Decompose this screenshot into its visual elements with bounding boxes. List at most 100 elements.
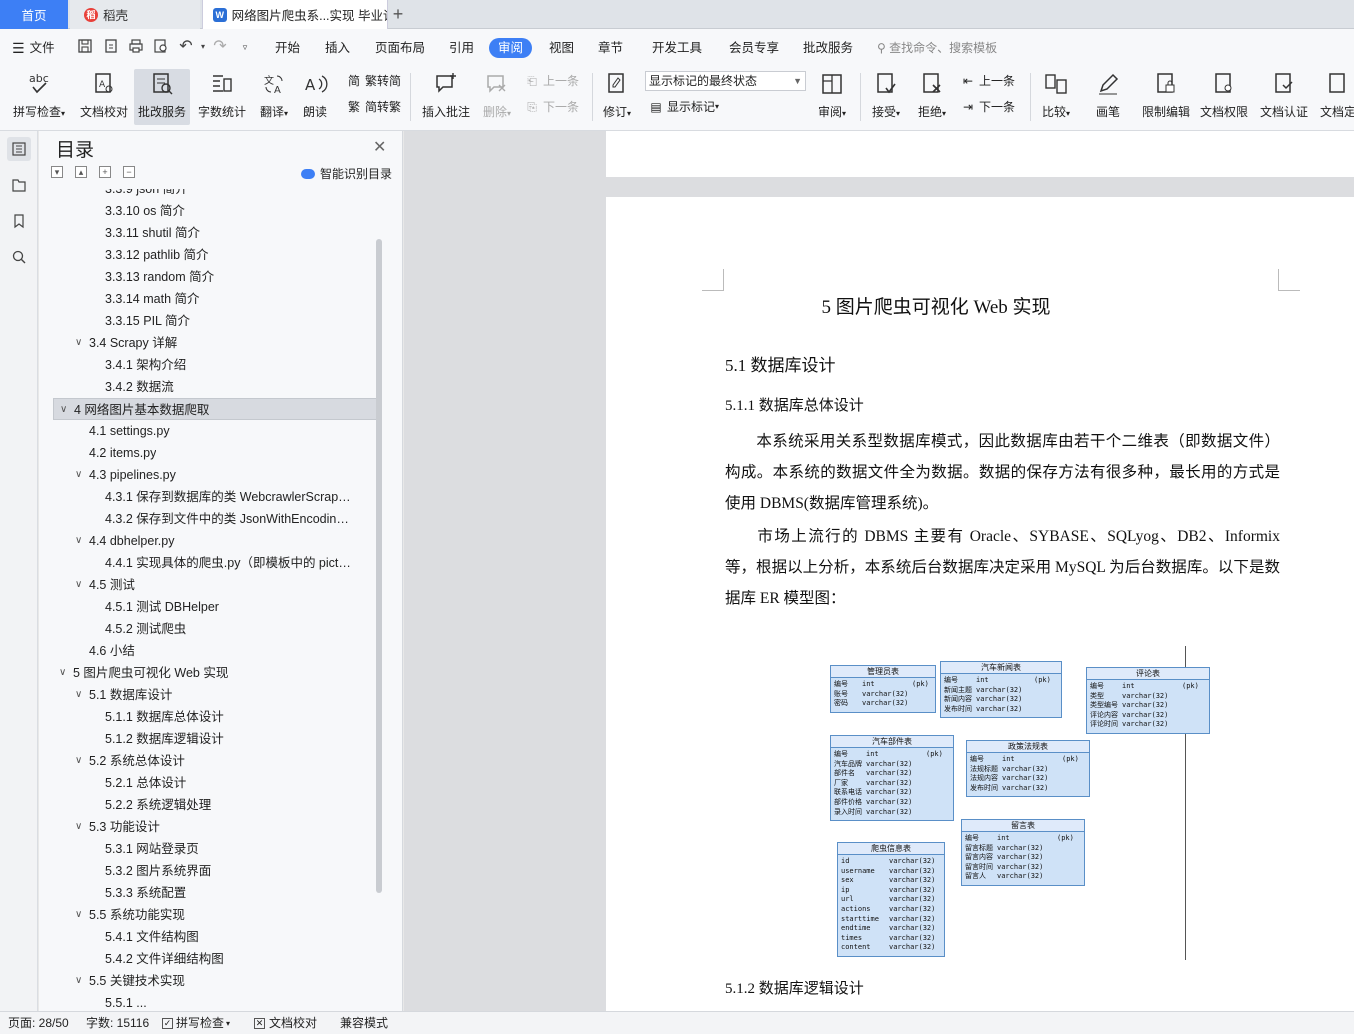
delete-comment-button[interactable]: 删除▾ <box>478 69 516 125</box>
toc-item[interactable]: ∨ 5 图片爬虫可视化 Web 实现 <box>39 662 375 684</box>
command-search[interactable]: ⚲ 查找命令、搜索模板 <box>877 38 997 58</box>
accept-button[interactable]: 接受▾ <box>866 69 906 125</box>
prev-change-button[interactable]: ⇤ 上一条 <box>960 71 1015 91</box>
chevron-down-icon[interactable]: ∨ <box>75 332 82 354</box>
undo-icon[interactable]: ↶ <box>177 38 195 56</box>
expand-up-icon[interactable]: ▴ <box>75 166 87 178</box>
toc-item[interactable]: 5.1.2 数据库逻辑设计 <box>39 728 375 750</box>
menu-tab-developer[interactable]: 开发工具 <box>648 38 706 58</box>
page-indicator[interactable]: 页面: 28/50 <box>8 1015 69 1032</box>
toc-item[interactable]: 4.5.1 测试 DBHelper <box>39 596 375 618</box>
doc-permission-button[interactable]: 文档权限 <box>1198 69 1250 125</box>
next-comment-button[interactable]: ⎘ 下一条 <box>524 97 579 117</box>
toc-item[interactable]: 5.3.2 图片系统界面 <box>39 860 375 882</box>
read-aloud-button[interactable]: A 朗读 <box>298 69 332 125</box>
proof-status[interactable]: ✕ 文档校对 <box>254 1015 317 1032</box>
add-level-icon[interactable]: + <box>99 166 111 178</box>
tab-home[interactable]: 首页 <box>0 0 68 29</box>
toc-item[interactable]: 3.3.15 PIL 简介 <box>39 310 375 332</box>
new-tab-button[interactable]: + <box>389 3 407 25</box>
word-count-button[interactable]: 字数统计 <box>194 69 250 125</box>
undo-dropdown-icon[interactable]: ▾ <box>194 38 212 56</box>
menu-tab-member[interactable]: 会员专享 <box>725 38 783 58</box>
toc-item[interactable]: 5.5.1 ... <box>39 992 375 1011</box>
simp-to-trad-button[interactable]: 繁简转繁 <box>346 97 401 117</box>
print-preview-icon[interactable] <box>152 38 170 56</box>
menu-tab-start[interactable]: 开始 <box>271 38 304 58</box>
menu-tab-insert[interactable]: 插入 <box>321 38 354 58</box>
toc-item[interactable]: ∨ 4.3 pipelines.py <box>39 464 375 486</box>
show-markup-button[interactable]: ▤ 显示标记 ▾ <box>648 97 719 117</box>
export-pdf-icon[interactable] <box>102 38 120 56</box>
chevron-down-icon[interactable]: ∨ <box>60 399 67 419</box>
toc-item[interactable]: 4.2 items.py <box>39 442 375 464</box>
review-pane-button[interactable]: 审阅▾ <box>812 69 852 125</box>
print-icon[interactable] <box>127 38 145 56</box>
collapse-all-icon[interactable]: ▾ <box>51 166 63 178</box>
compare-button[interactable]: 比较▾ <box>1036 69 1076 125</box>
chevron-down-icon[interactable]: ∨ <box>75 684 82 706</box>
chevron-down-icon[interactable]: ∨ <box>75 816 82 838</box>
toc-item[interactable]: ∨ 4 网络图片基本数据爬取 <box>53 398 377 420</box>
menu-tab-correction[interactable]: 批改服务 <box>799 38 857 58</box>
redo-icon[interactable]: ↷ <box>211 38 229 56</box>
chevron-down-icon[interactable]: ∨ <box>75 970 82 992</box>
find-button[interactable] <box>7 245 31 269</box>
document-page[interactable]: 5 图片爬虫可视化 Web 实现 5.1 数据库设计 5.1.1 数据库总体设计… <box>606 197 1354 1011</box>
toc-item[interactable]: 3.3.13 random 简介 <box>39 266 375 288</box>
toc-item[interactable]: 4.1 settings.py <box>39 420 375 442</box>
toc-scrollbar[interactable] <box>376 239 382 893</box>
toc-item[interactable]: 3.3.14 math 简介 <box>39 288 375 310</box>
next-change-button[interactable]: ⇥ 下一条 <box>960 97 1015 117</box>
toc-item[interactable]: 4.6 小结 <box>39 640 375 662</box>
translate-button[interactable]: 文A 翻译▾ <box>254 69 294 125</box>
trad-to-simp-button[interactable]: 简繁转简 <box>346 71 401 91</box>
toc-item[interactable]: 4.4.1 实现具体的爬虫.py（即模板中的 picture ... <box>39 552 375 574</box>
toc-item[interactable]: ∨ 3.4 Scrapy 详解 <box>39 332 375 354</box>
insert-comment-button[interactable]: 插入批注 <box>420 69 472 125</box>
menu-tab-references[interactable]: 引用 <box>445 38 478 58</box>
spell-check-status[interactable]: ✓ 拼写检查 ▾ <box>162 1015 230 1032</box>
menu-tab-review[interactable]: 审阅 <box>489 38 533 58</box>
chevron-down-icon[interactable]: ∨ <box>75 904 82 926</box>
toc-item[interactable]: ∨ 5.1 数据库设计 <box>39 684 375 706</box>
toc-item[interactable]: 5.3.1 网站登录页 <box>39 838 375 860</box>
correction-service-button[interactable]: 批改服务 <box>134 69 190 125</box>
toc-item[interactable]: 5.4.1 文件结构图 <box>39 926 375 948</box>
toc-item[interactable]: 3.4.1 架构介绍 <box>39 354 375 376</box>
chapter-nav-button[interactable] <box>7 173 31 197</box>
restrict-edit-button[interactable]: 限制编辑 <box>1138 69 1194 125</box>
toc-item[interactable]: 5.4.2 文件详细结构图 <box>39 948 375 970</box>
toc-panel-toggle[interactable] <box>7 137 31 161</box>
toc-item[interactable]: 5.1.1 数据库总体设计 <box>39 706 375 728</box>
menu-tab-view[interactable]: 视图 <box>545 38 578 58</box>
spell-check-button[interactable]: abc 拼写检查▾ <box>8 69 70 125</box>
toc-item[interactable]: 4.3.1 保存到数据库的类 WebcrawlerScrapyPi ... <box>39 486 375 508</box>
close-icon[interactable]: ✕ <box>373 137 386 157</box>
menu-tab-layout[interactable]: 页面布局 <box>371 38 429 58</box>
toc-item[interactable]: ∨ 4.4 dbhelper.py <box>39 530 375 552</box>
toc-item[interactable]: 5.2.2 系统逻辑处理 <box>39 794 375 816</box>
doc-proof-button[interactable]: A 文档校对 <box>76 69 132 125</box>
doc-final-button[interactable]: 文档定 <box>1318 69 1354 125</box>
toc-item[interactable]: 5.2.1 总体设计 <box>39 772 375 794</box>
toc-item[interactable]: 3.3.9 json 简介 <box>39 189 375 200</box>
doc-cert-button[interactable]: 文档认证 <box>1256 69 1312 125</box>
toc-item[interactable]: ∨ 5.5 系统功能实现 <box>39 904 375 926</box>
toc-item[interactable]: 5.3.3 系统配置 <box>39 882 375 904</box>
toc-item[interactable]: 4.3.2 保存到文件中的类 JsonWithEncodingPi ... <box>39 508 375 530</box>
chevron-down-icon[interactable]: ∨ <box>75 464 82 486</box>
toc-item[interactable]: ∨ 5.2 系统总体设计 <box>39 750 375 772</box>
chevron-down-icon[interactable]: ∨ <box>75 750 82 772</box>
word-count-indicator[interactable]: 字数: 15116 <box>86 1015 149 1032</box>
file-menu[interactable]: ☰ 文件 <box>12 37 55 59</box>
toc-item[interactable]: 3.3.11 shutil 简介 <box>39 222 375 244</box>
save-icon[interactable] <box>76 38 94 56</box>
toc-item[interactable]: ∨ 5.3 功能设计 <box>39 816 375 838</box>
quick-access-dropdown-icon[interactable]: ▿ <box>236 38 254 56</box>
toc-item[interactable]: ∨ 5.5 关键技术实现 <box>39 970 375 992</box>
chevron-down-icon[interactable]: ∨ <box>59 662 66 684</box>
toc-item[interactable]: ∨ 4.5 测试 <box>39 574 375 596</box>
tab-document[interactable]: W 网络图片爬虫系...实现 毕业论 <box>202 0 388 29</box>
smart-toc-button[interactable]: 智能识别目录 <box>301 165 392 182</box>
